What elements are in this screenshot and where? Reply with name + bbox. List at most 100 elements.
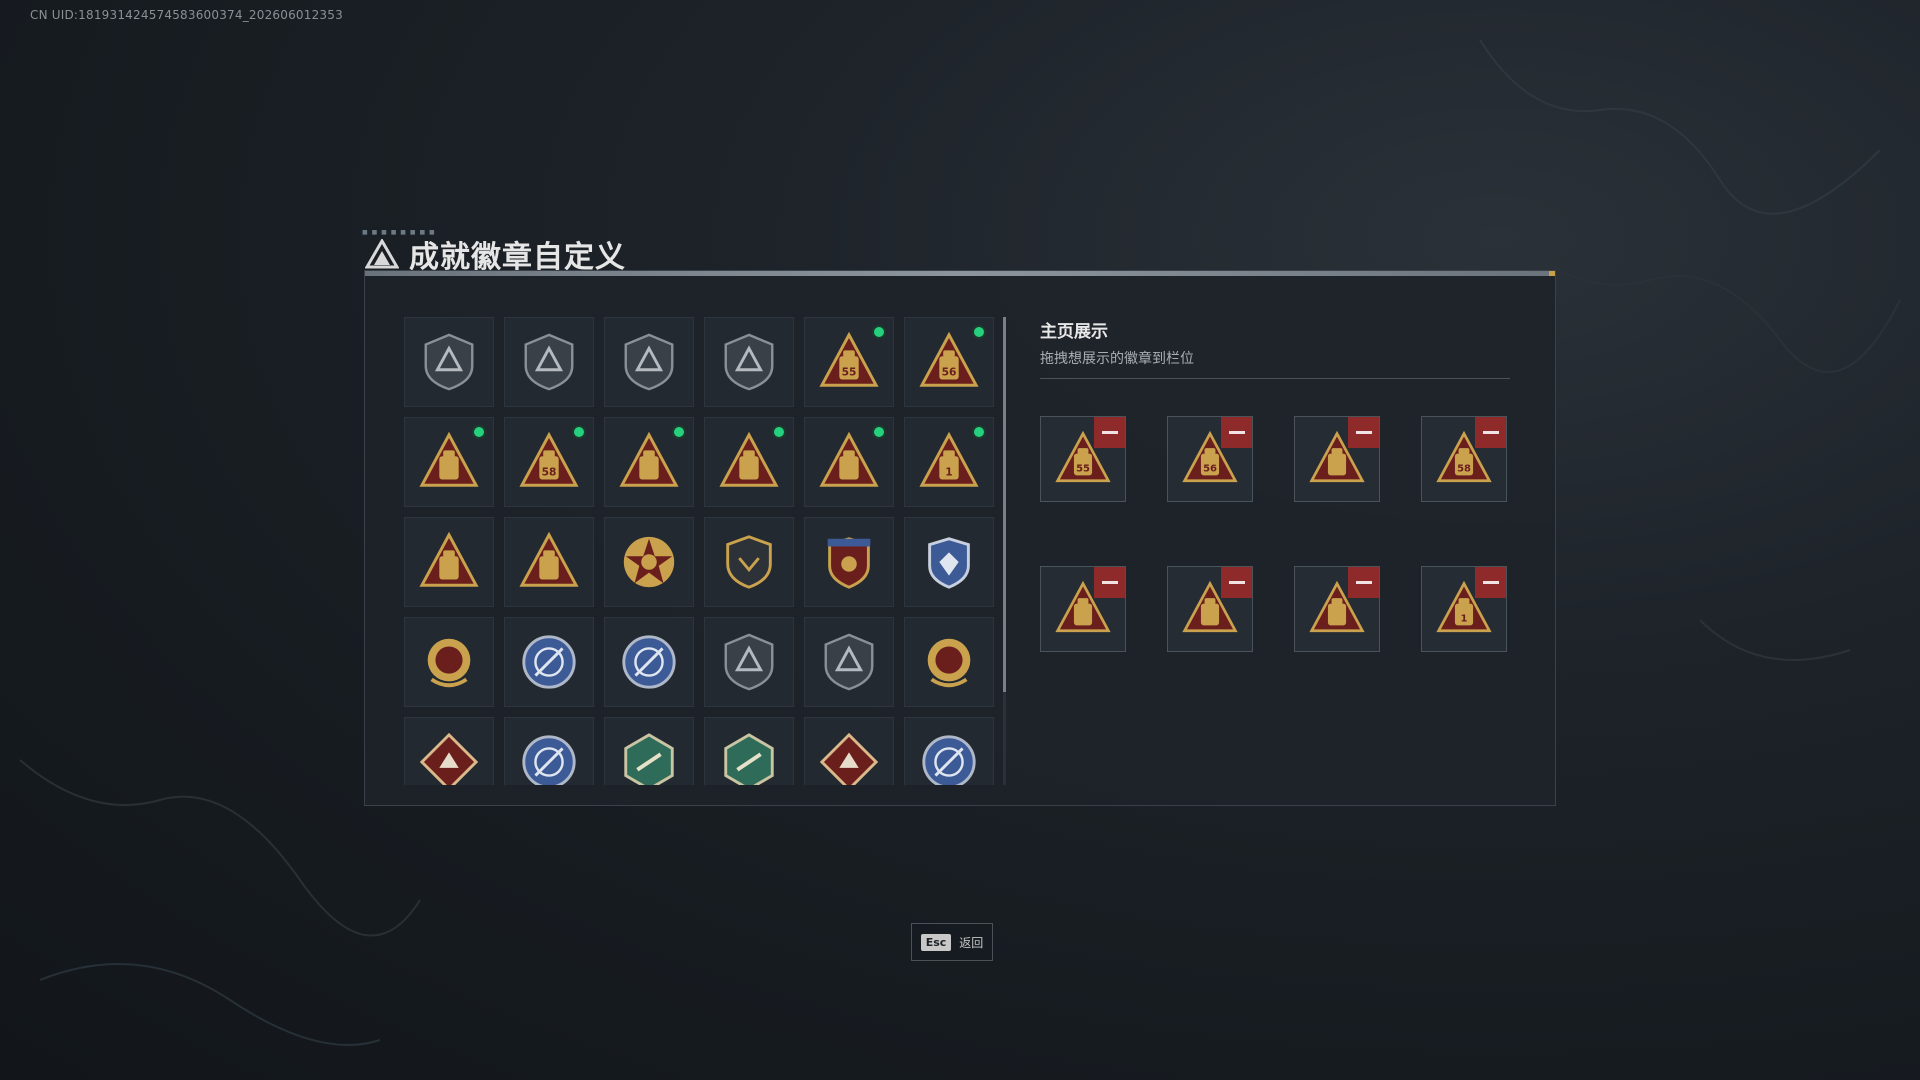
- badge-cell[interactable]: [604, 717, 694, 785]
- gold-shield-icon: [726, 535, 772, 589]
- remove-badge-button[interactable]: [1475, 567, 1506, 598]
- badge-cell[interactable]: 1: [904, 417, 994, 507]
- badge-cell[interactable]: [604, 517, 694, 607]
- badge-cell[interactable]: [804, 517, 894, 607]
- minus-icon: [1228, 431, 1245, 434]
- boat-icon: [819, 431, 879, 487]
- rifle-blue-crest-icon: [522, 635, 576, 689]
- triangle-emblem-icon: [424, 333, 474, 391]
- badge-cell[interactable]: [904, 717, 994, 785]
- laurel-medal-icon: [427, 638, 471, 688]
- gun-teal-icon: [724, 733, 774, 785]
- badge-cell[interactable]: [504, 717, 594, 785]
- badge-cell[interactable]: [504, 617, 594, 707]
- badge-cell[interactable]: [404, 517, 494, 607]
- display-title: 主页展示: [1040, 322, 1108, 342]
- number-one-icon: 1: [919, 431, 979, 487]
- badge-cell[interactable]: [704, 717, 794, 785]
- rifle-blue-crest-2-icon: [622, 635, 676, 689]
- remove-badge-button[interactable]: [1094, 417, 1125, 448]
- new-indicator-dot: [472, 425, 486, 439]
- remove-badge-button[interactable]: [1094, 567, 1125, 598]
- badge-cell[interactable]: 56: [904, 317, 994, 407]
- badge-cell[interactable]: [404, 617, 494, 707]
- star-cross-icon: [623, 536, 675, 588]
- svg-text:58: 58: [1457, 464, 1471, 475]
- badge-cell[interactable]: [604, 317, 694, 407]
- badge-cell[interactable]: [904, 617, 994, 707]
- display-divider: [1040, 378, 1510, 379]
- diamond-emblem-icon: [624, 333, 674, 391]
- svg-text:55: 55: [1076, 464, 1090, 475]
- svg-text:55: 55: [842, 366, 857, 379]
- new-indicator-dot: [872, 325, 886, 339]
- display-slot[interactable]: [1040, 566, 1126, 652]
- svg-text:58: 58: [542, 466, 557, 479]
- new-indicator-dot: [672, 425, 686, 439]
- display-slots: 55 56 58 1: [1040, 416, 1507, 652]
- badge-cell[interactable]: [704, 317, 794, 407]
- badge-cell[interactable]: [504, 517, 594, 607]
- minus-icon: [1355, 581, 1372, 584]
- display-subtitle: 拖拽想展示的徽章到栏位: [1040, 351, 1194, 367]
- panel-top-bar: [365, 271, 1555, 276]
- minus-icon: [1228, 581, 1245, 584]
- ruins-icon: [519, 531, 579, 587]
- badge-cell[interactable]: [804, 717, 894, 785]
- svg-text:56: 56: [1203, 464, 1217, 475]
- eagle-blue-icon: [522, 735, 576, 785]
- minus-icon: [1482, 581, 1499, 584]
- back-button[interactable]: Esc 返回: [911, 923, 993, 961]
- remove-badge-button[interactable]: [1348, 567, 1379, 598]
- hand-sign-icon: [719, 431, 779, 487]
- backpack-55-icon: 55: [819, 331, 879, 387]
- badge-cell[interactable]: [904, 517, 994, 607]
- minus-icon: [1482, 431, 1499, 434]
- badge-cell[interactable]: [404, 417, 494, 507]
- badge-customization-panel: 55 56 58 1 主页展示 拖拽想展示的徽章到栏位 55 56 58 1: [364, 270, 1556, 806]
- display-slot[interactable]: 1: [1421, 566, 1507, 652]
- blue-crest-icon: [928, 537, 970, 589]
- badge-cell[interactable]: [804, 617, 894, 707]
- new-indicator-dot: [872, 425, 886, 439]
- remove-badge-button[interactable]: [1475, 417, 1506, 448]
- badge-cell[interactable]: [604, 617, 694, 707]
- remove-badge-button[interactable]: [1221, 567, 1252, 598]
- badge-cell[interactable]: [404, 717, 494, 785]
- remove-badge-button[interactable]: [1221, 417, 1252, 448]
- badge-cell[interactable]: [404, 317, 494, 407]
- display-slot[interactable]: 58: [1421, 416, 1507, 502]
- display-slot[interactable]: [1294, 566, 1380, 652]
- svg-text:1: 1: [1461, 614, 1468, 625]
- helicopter-emblem-icon: [524, 333, 574, 391]
- badge-cell[interactable]: [804, 417, 894, 507]
- gold-crossed-guns-icon: [927, 638, 971, 688]
- remove-badge-button[interactable]: [1348, 417, 1379, 448]
- badge-cell[interactable]: 58: [504, 417, 594, 507]
- display-slot[interactable]: 55: [1040, 416, 1126, 502]
- display-slot[interactable]: [1167, 566, 1253, 652]
- triangle-logo-icon: [365, 239, 399, 269]
- badge-cell[interactable]: 55: [804, 317, 894, 407]
- badge-scrollbar[interactable]: [1003, 317, 1006, 785]
- badge-cell[interactable]: [704, 417, 794, 507]
- badge-inventory-grid[interactable]: 55 56 58 1: [404, 317, 1004, 785]
- back-label: 返回: [959, 935, 984, 950]
- uid-label: CN UID:18193142457458360037​4_2026060123…: [30, 8, 343, 22]
- badge-cell[interactable]: [704, 617, 794, 707]
- badge-cell[interactable]: [604, 417, 694, 507]
- crosshair-shield-icon: [724, 633, 774, 691]
- badge-cell[interactable]: [704, 517, 794, 607]
- new-indicator-dot: [972, 425, 986, 439]
- blade-emblem-icon: [724, 333, 774, 391]
- wolf-red-icon: [419, 732, 479, 785]
- esc-key-icon: Esc: [920, 933, 952, 951]
- display-slot[interactable]: [1294, 416, 1380, 502]
- minus-icon: [1101, 581, 1118, 584]
- badge-cell[interactable]: [504, 317, 594, 407]
- scrollbar-thumb[interactable]: [1003, 317, 1006, 692]
- homepage-display-section: 主页展示 拖拽想展示的徽章到栏位 55 56 58 1: [1040, 317, 1510, 652]
- robot-icon: [619, 431, 679, 487]
- display-slot[interactable]: 56: [1167, 416, 1253, 502]
- case-58-icon: 58: [519, 431, 579, 487]
